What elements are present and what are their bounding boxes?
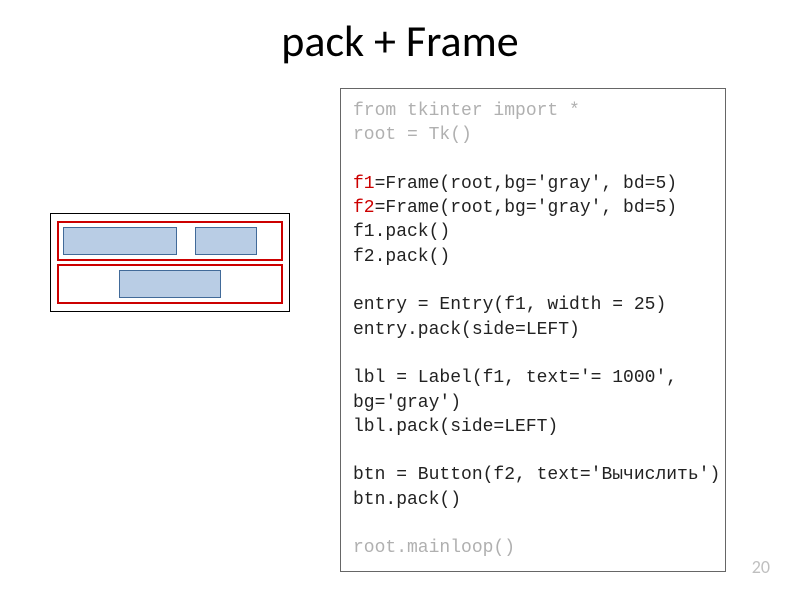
code-line: root = Tk() [353, 125, 472, 145]
tk-root-window [50, 213, 290, 312]
code-line: entry.pack(side=LEFT) [353, 320, 580, 340]
code-line: lbl.pack(side=LEFT) [353, 417, 558, 437]
content-row: from tkinter import * root = Tk() f1=Fra… [0, 88, 800, 572]
code-line: =Frame(root,bg='gray', bd=5) [375, 174, 677, 194]
code-line: btn = Button(f2, text='Вычислить') [353, 465, 720, 485]
page-number: 20 [752, 556, 770, 578]
code-line: root.mainloop() [353, 538, 515, 558]
button-widget [119, 270, 221, 298]
code-column: from tkinter import * root = Tk() f1=Fra… [340, 88, 800, 572]
code-line: btn.pack() [353, 490, 461, 510]
code-block: from tkinter import * root = Tk() f1=Fra… [340, 88, 726, 572]
frame-f1 [57, 221, 283, 261]
code-var-f2: f2 [353, 198, 375, 218]
code-line: bg='gray') [353, 393, 461, 413]
diagram-column [0, 88, 340, 312]
code-line: from tkinter import * [353, 101, 580, 121]
code-var-f1: f1 [353, 174, 375, 194]
code-line: =Frame(root,bg='gray', bd=5) [375, 198, 677, 218]
code-line: f1.pack() [353, 222, 450, 242]
entry-widget [63, 227, 177, 255]
label-widget [195, 227, 257, 255]
code-line: entry = Entry(f1, width = 25) [353, 295, 666, 315]
code-line: f2.pack() [353, 247, 450, 267]
frame-f2 [57, 264, 283, 304]
slide-title: pack + Frame [0, 14, 800, 68]
code-line: lbl = Label(f1, text='= 1000', [353, 368, 677, 388]
